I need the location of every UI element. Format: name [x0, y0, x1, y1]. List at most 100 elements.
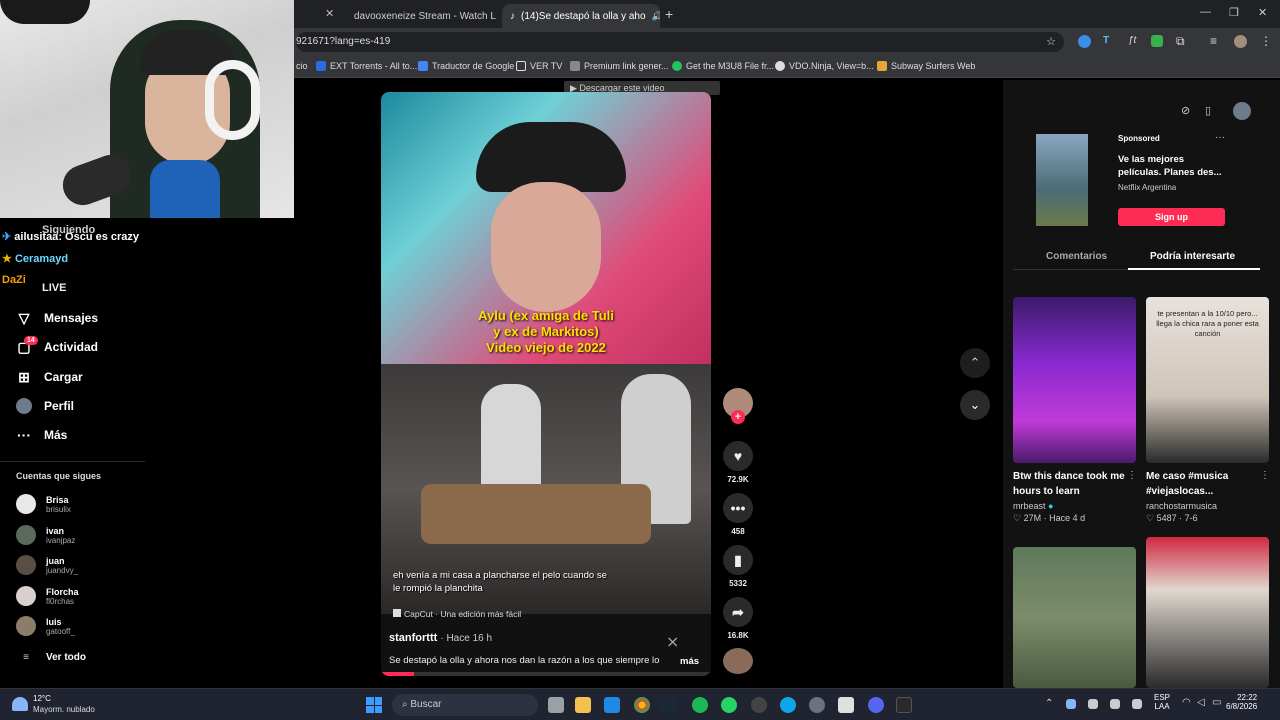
discord-icon[interactable]: [868, 697, 884, 713]
video-thumbnail[interactable]: [1146, 537, 1269, 688]
language-indicator[interactable]: ESP LAA: [1154, 693, 1170, 711]
windows-start-icon[interactable]: [366, 697, 382, 713]
menu-list-icon[interactable]: ≡: [1210, 34, 1217, 48]
like-button[interactable]: ♥ 72.9K: [722, 441, 754, 484]
tray-icon[interactable]: [1088, 699, 1098, 709]
tray-icon[interactable]: [1110, 699, 1120, 709]
bookmark[interactable]: EXT Torrents - All to...: [316, 61, 417, 71]
followed-account[interactable]: Florcha fl0rchas: [16, 586, 79, 606]
nav-following[interactable]: Siguiendo: [42, 224, 95, 236]
steam-icon[interactable]: [662, 697, 678, 713]
taskbar-search[interactable]: ⌕ Buscar: [392, 694, 538, 716]
previous-video-button[interactable]: ⌃: [960, 348, 990, 378]
wifi-icon[interactable]: ◠: [1182, 697, 1191, 708]
card-more-icon[interactable]: ⋮: [1127, 470, 1137, 481]
kebab-menu-icon[interactable]: ⋮: [1260, 34, 1272, 48]
speaker-icon[interactable]: ◁: [1197, 697, 1205, 708]
avatar: [16, 586, 36, 606]
battery-icon[interactable]: ▭: [1212, 697, 1221, 708]
extension-icon[interactable]: [1078, 35, 1091, 48]
followed-account[interactable]: luis gatooff_: [16, 616, 75, 636]
clock-date: 6/8/2026: [1226, 702, 1258, 711]
bookmark-label: Traductor de Google: [432, 61, 515, 71]
bookmark[interactable]: Get the M3U8 File fr...: [672, 61, 774, 71]
sign-up-button[interactable]: Sign up: [1118, 208, 1225, 226]
video-thumbnail[interactable]: [1013, 547, 1136, 688]
ad-thumbnail[interactable]: [1036, 134, 1088, 226]
card-more-icon[interactable]: ⋮: [1260, 470, 1270, 481]
tab-comments[interactable]: Comentarios: [1046, 251, 1107, 262]
file-explorer-icon[interactable]: [575, 697, 591, 713]
edge-icon[interactable]: [780, 697, 796, 713]
close-window-icon[interactable]: ✕: [1258, 6, 1267, 19]
tray-icon[interactable]: [1132, 699, 1142, 709]
ad-more-icon[interactable]: ···: [1215, 132, 1225, 143]
more-link[interactable]: más: [680, 656, 699, 667]
profile-avatar[interactable]: [1233, 102, 1251, 120]
sidebar-item-more[interactable]: ··· Más: [16, 427, 67, 443]
nav-live[interactable]: LIVE: [42, 282, 66, 294]
music-disc[interactable]: [722, 648, 754, 674]
sidebar-item-profile[interactable]: Perfil: [16, 398, 74, 414]
address-bar[interactable]: 921671?lang=es-419 ☆: [296, 32, 1064, 52]
creator-avatar[interactable]: +: [722, 388, 754, 424]
spotify-icon[interactable]: [692, 697, 708, 713]
restore-icon[interactable]: ❐: [1229, 6, 1239, 19]
compass-icon[interactable]: ⊘: [1181, 104, 1190, 117]
progress-track[interactable]: [381, 672, 711, 676]
next-video-button[interactable]: ⌄: [960, 390, 990, 420]
notepad-icon[interactable]: [838, 697, 854, 713]
followed-account[interactable]: juan juandvy_: [16, 555, 78, 575]
avatar: [16, 555, 36, 575]
bookmark[interactable]: Traductor de Google: [418, 61, 514, 71]
suggested-video-card[interactable]: Btw this dance took me hours to learn mr…: [1013, 297, 1136, 524]
tray-icon[interactable]: [1066, 699, 1076, 709]
chrome-icon[interactable]: [634, 697, 650, 713]
comment-button[interactable]: ••• 458: [722, 493, 754, 536]
followed-account[interactable]: ivan ivanjpaz: [16, 525, 75, 545]
epic-games-icon[interactable]: [896, 697, 912, 713]
extension-icon[interactable]: ƒt: [1128, 35, 1136, 46]
whatsapp-icon[interactable]: [721, 697, 737, 713]
star-icon[interactable]: ☆: [1046, 35, 1056, 48]
video-author[interactable]: stanforttt · Hace 16 h: [389, 632, 492, 644]
thumbnail-overlay-text: te presentan a la 10/10 pero... llega la…: [1156, 309, 1259, 338]
close-tab-icon[interactable]: ✕: [325, 7, 334, 20]
store-icon[interactable]: [604, 697, 620, 713]
bookmark[interactable]: VDO.Ninja, View=b...: [775, 61, 874, 71]
bookmark[interactable]: Premium link gener...: [570, 61, 669, 71]
profile-avatar[interactable]: [1234, 35, 1247, 48]
new-tab-icon[interactable]: +: [665, 6, 673, 22]
followed-account[interactable]: Brisa brisulix: [16, 494, 71, 514]
sidebar-item-messages[interactable]: ▽ Mensajes: [16, 310, 98, 326]
task-view-icon[interactable]: [548, 697, 564, 713]
tab-suggested[interactable]: Podría interesarte: [1150, 251, 1235, 262]
puzzle-icon[interactable]: ⧉: [1176, 34, 1185, 49]
video-player[interactable]: Aylu (ex amiga de Tuli y ex de Markitos)…: [381, 92, 711, 676]
sidebar-item-upload[interactable]: ⊞ Cargar: [16, 369, 83, 385]
extension-icon[interactable]: [1151, 35, 1163, 47]
tab-stream[interactable]: davooxeneize Stream - Watch L ✕: [340, 4, 500, 28]
active-tab-indicator: [1128, 268, 1260, 270]
chevron-up-icon[interactable]: ⌃: [1045, 698, 1053, 709]
suggested-video-card[interactable]: te presentan a la 10/10 pero... llega la…: [1146, 297, 1269, 524]
tab-title: (14)Se destapó la olla y aho: [521, 10, 646, 22]
extension-icon[interactable]: T: [1103, 35, 1109, 46]
minimize-icon[interactable]: —: [1200, 6, 1211, 18]
bookmark[interactable]: Subway Surfers Web: [877, 61, 975, 71]
headphones: [205, 60, 260, 140]
device-icon[interactable]: ▯: [1205, 104, 1211, 117]
clock[interactable]: 22:22 6/8/2026: [1226, 693, 1257, 711]
bookmark[interactable]: cio: [296, 61, 308, 71]
save-count: 5332: [729, 579, 747, 588]
tab-tiktok[interactable]: ♪ (14)Se destapó la olla y aho 🔊 ✕: [502, 4, 660, 28]
bookmark[interactable]: VER TV: [516, 61, 562, 71]
save-button[interactable]: ▮ 5332: [722, 545, 754, 588]
app-icon[interactable]: [751, 697, 767, 713]
capcut-tag[interactable]: CapCut · Una edición más fácil: [393, 609, 521, 619]
app-icon[interactable]: [809, 697, 825, 713]
share-button[interactable]: ➦ 16.8K: [722, 597, 754, 640]
follow-plus-icon[interactable]: +: [731, 410, 745, 424]
profile-icon: [16, 398, 32, 414]
see-all-link[interactable]: ≡ Ver todo: [16, 652, 86, 663]
